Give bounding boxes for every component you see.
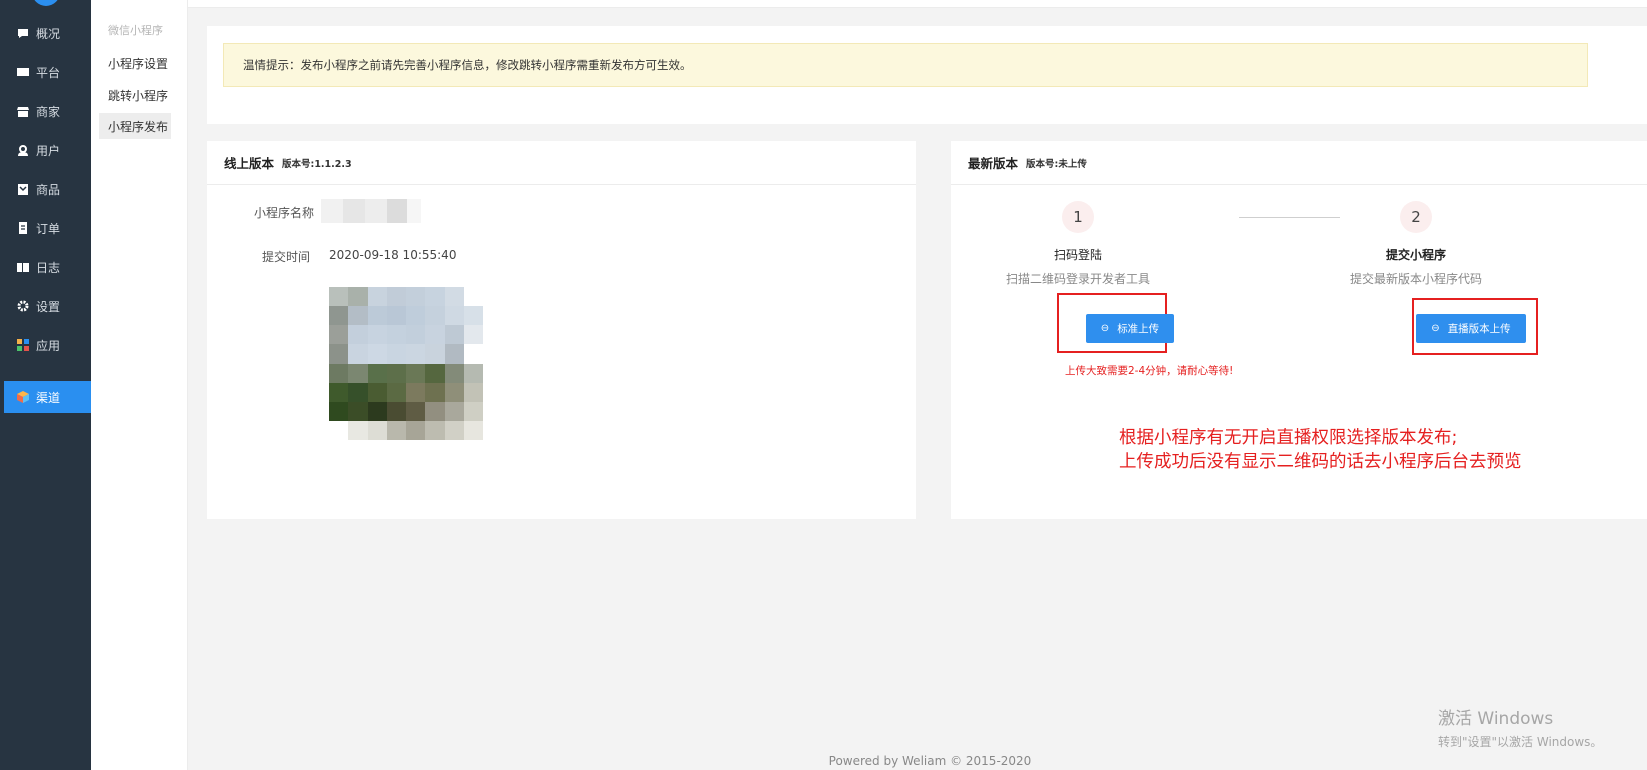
step-submit: 2 提交小程序 提交最新版本小程序代码 (1316, 201, 1516, 287)
windows-activation-watermark: 激活 Windows 转到"设置"以激活 Windows。 (1438, 704, 1602, 750)
card-header: 线上版本 版本号:1.1.2.3 (207, 141, 916, 185)
subnav-item-publish[interactable]: 小程序发布 (99, 113, 171, 139)
card-title: 最新版本 (968, 156, 1019, 171)
nav-label: 平台 (36, 65, 61, 80)
watermark-title: 激活 Windows (1438, 709, 1554, 729)
upload-icon: ⊖ (1431, 323, 1440, 334)
nav-item-apps[interactable]: 应用 (4, 329, 91, 361)
apps-grid-icon (16, 339, 30, 351)
card-title: 线上版本 (224, 156, 275, 171)
monitor-icon (16, 66, 30, 78)
card-header: 最新版本 版本号:未上传 (951, 141, 1647, 185)
nav-label: 商家 (36, 104, 61, 119)
time-value: 2020-09-18 10:55:40 (329, 248, 457, 262)
nav-label: 渠道 (36, 390, 61, 405)
nav-label: 用户 (36, 143, 61, 158)
mini-program-qr-image (329, 287, 483, 440)
nav-label: 设置 (36, 299, 61, 314)
logo-icon[interactable] (32, 0, 60, 6)
goods-icon (16, 183, 30, 195)
channel-cube-icon (16, 391, 30, 403)
nav-item-settings[interactable]: 设置 (4, 290, 91, 322)
notice-panel: 温情提示：发布小程序之前请先完善小程序信息，修改跳转小程序需重新发布方可生效。 (207, 26, 1647, 124)
store-icon (16, 105, 30, 117)
nav-item-goods[interactable]: 商品 (4, 173, 91, 205)
nav-item-users[interactable]: 用户 (4, 134, 91, 166)
latest-version-card: 最新版本 版本号:未上传 1 扫码登陆 扫描二维码登录开发者工具 2 提交小程序… (951, 141, 1647, 519)
step-name: 提交小程序 (1385, 248, 1446, 262)
online-version-card: 线上版本 版本号:1.1.2.3 小程序名称 提交时间 2020-09-18 1… (207, 141, 916, 519)
nav-label: 商品 (36, 182, 61, 197)
step-desc: 提交最新版本小程序代码 (1349, 272, 1482, 286)
blurred-app-name (321, 199, 421, 223)
watermark-subtitle: 转到"设置"以激活 Windows。 (1438, 735, 1603, 749)
version-number: 版本号:1.1.2.3 (282, 158, 352, 170)
step-number: 1 (1062, 201, 1094, 233)
user-icon (16, 144, 30, 156)
order-icon (16, 222, 30, 234)
main-sidebar: 概况 平台 商家 用户 商品 订单 日志 设置 应用 渠道 (0, 0, 91, 770)
footer-copyright: Powered by Weliam © 2015-2020 (828, 754, 1032, 768)
nav-item-overview[interactable]: 概况 (4, 17, 91, 49)
nav-item-orders[interactable]: 订单 (4, 212, 91, 244)
sub-sidebar: 微信小程序 小程序设置 跳转小程序 小程序发布 (91, 0, 188, 770)
nav-label: 日志 (36, 260, 61, 275)
nav-item-merchant[interactable]: 商家 (4, 95, 91, 127)
standard-upload-button[interactable]: ⊖ 标准上传 (1086, 314, 1174, 343)
nav-label: 应用 (36, 338, 61, 353)
subnav-item-jump[interactable]: 跳转小程序 (99, 82, 171, 108)
version-number: 版本号:未上传 (1026, 158, 1087, 170)
live-upload-button[interactable]: ⊖ 直播版本上传 (1416, 314, 1526, 343)
notice-banner: 温情提示：发布小程序之前请先完善小程序信息，修改跳转小程序需重新发布方可生效。 (223, 43, 1588, 87)
step-name: 扫码登陆 (1053, 248, 1102, 262)
chat-bubble-icon (16, 27, 30, 39)
step-number: 2 (1400, 201, 1432, 233)
time-label: 提交时间 (262, 250, 311, 264)
upload-icon: ⊖ (1100, 323, 1110, 334)
nav-item-channel[interactable]: 渠道 (4, 381, 91, 413)
button-label: 标准上传 (1117, 323, 1160, 335)
subnav-item-settings[interactable]: 小程序设置 (99, 50, 171, 76)
annotation-line-1: 根据小程序有无开启直播权限选择版本发布; (1119, 428, 1458, 448)
upload-time-warning: 上传大致需要2-4分钟，请耐心等待! (1065, 365, 1234, 377)
nav-item-logs[interactable]: 日志 (4, 251, 91, 283)
nav-label: 概况 (36, 26, 61, 41)
subnav-title: 微信小程序 (108, 24, 163, 37)
log-icon (16, 261, 30, 273)
nav-item-platform[interactable]: 平台 (4, 56, 91, 88)
name-label: 小程序名称 (254, 206, 315, 220)
nav-label: 订单 (36, 221, 61, 236)
button-label: 直播版本上传 (1447, 323, 1511, 335)
top-bar (188, 0, 1647, 8)
annotation-line-2: 上传成功后没有显示二维码的话去小程序后台去预览 (1119, 452, 1522, 472)
step-desc: 扫描二维码登录开发者工具 (1005, 272, 1150, 286)
step-scan-login: 1 扫码登陆 扫描二维码登录开发者工具 (978, 201, 1178, 287)
gear-icon (16, 300, 30, 312)
